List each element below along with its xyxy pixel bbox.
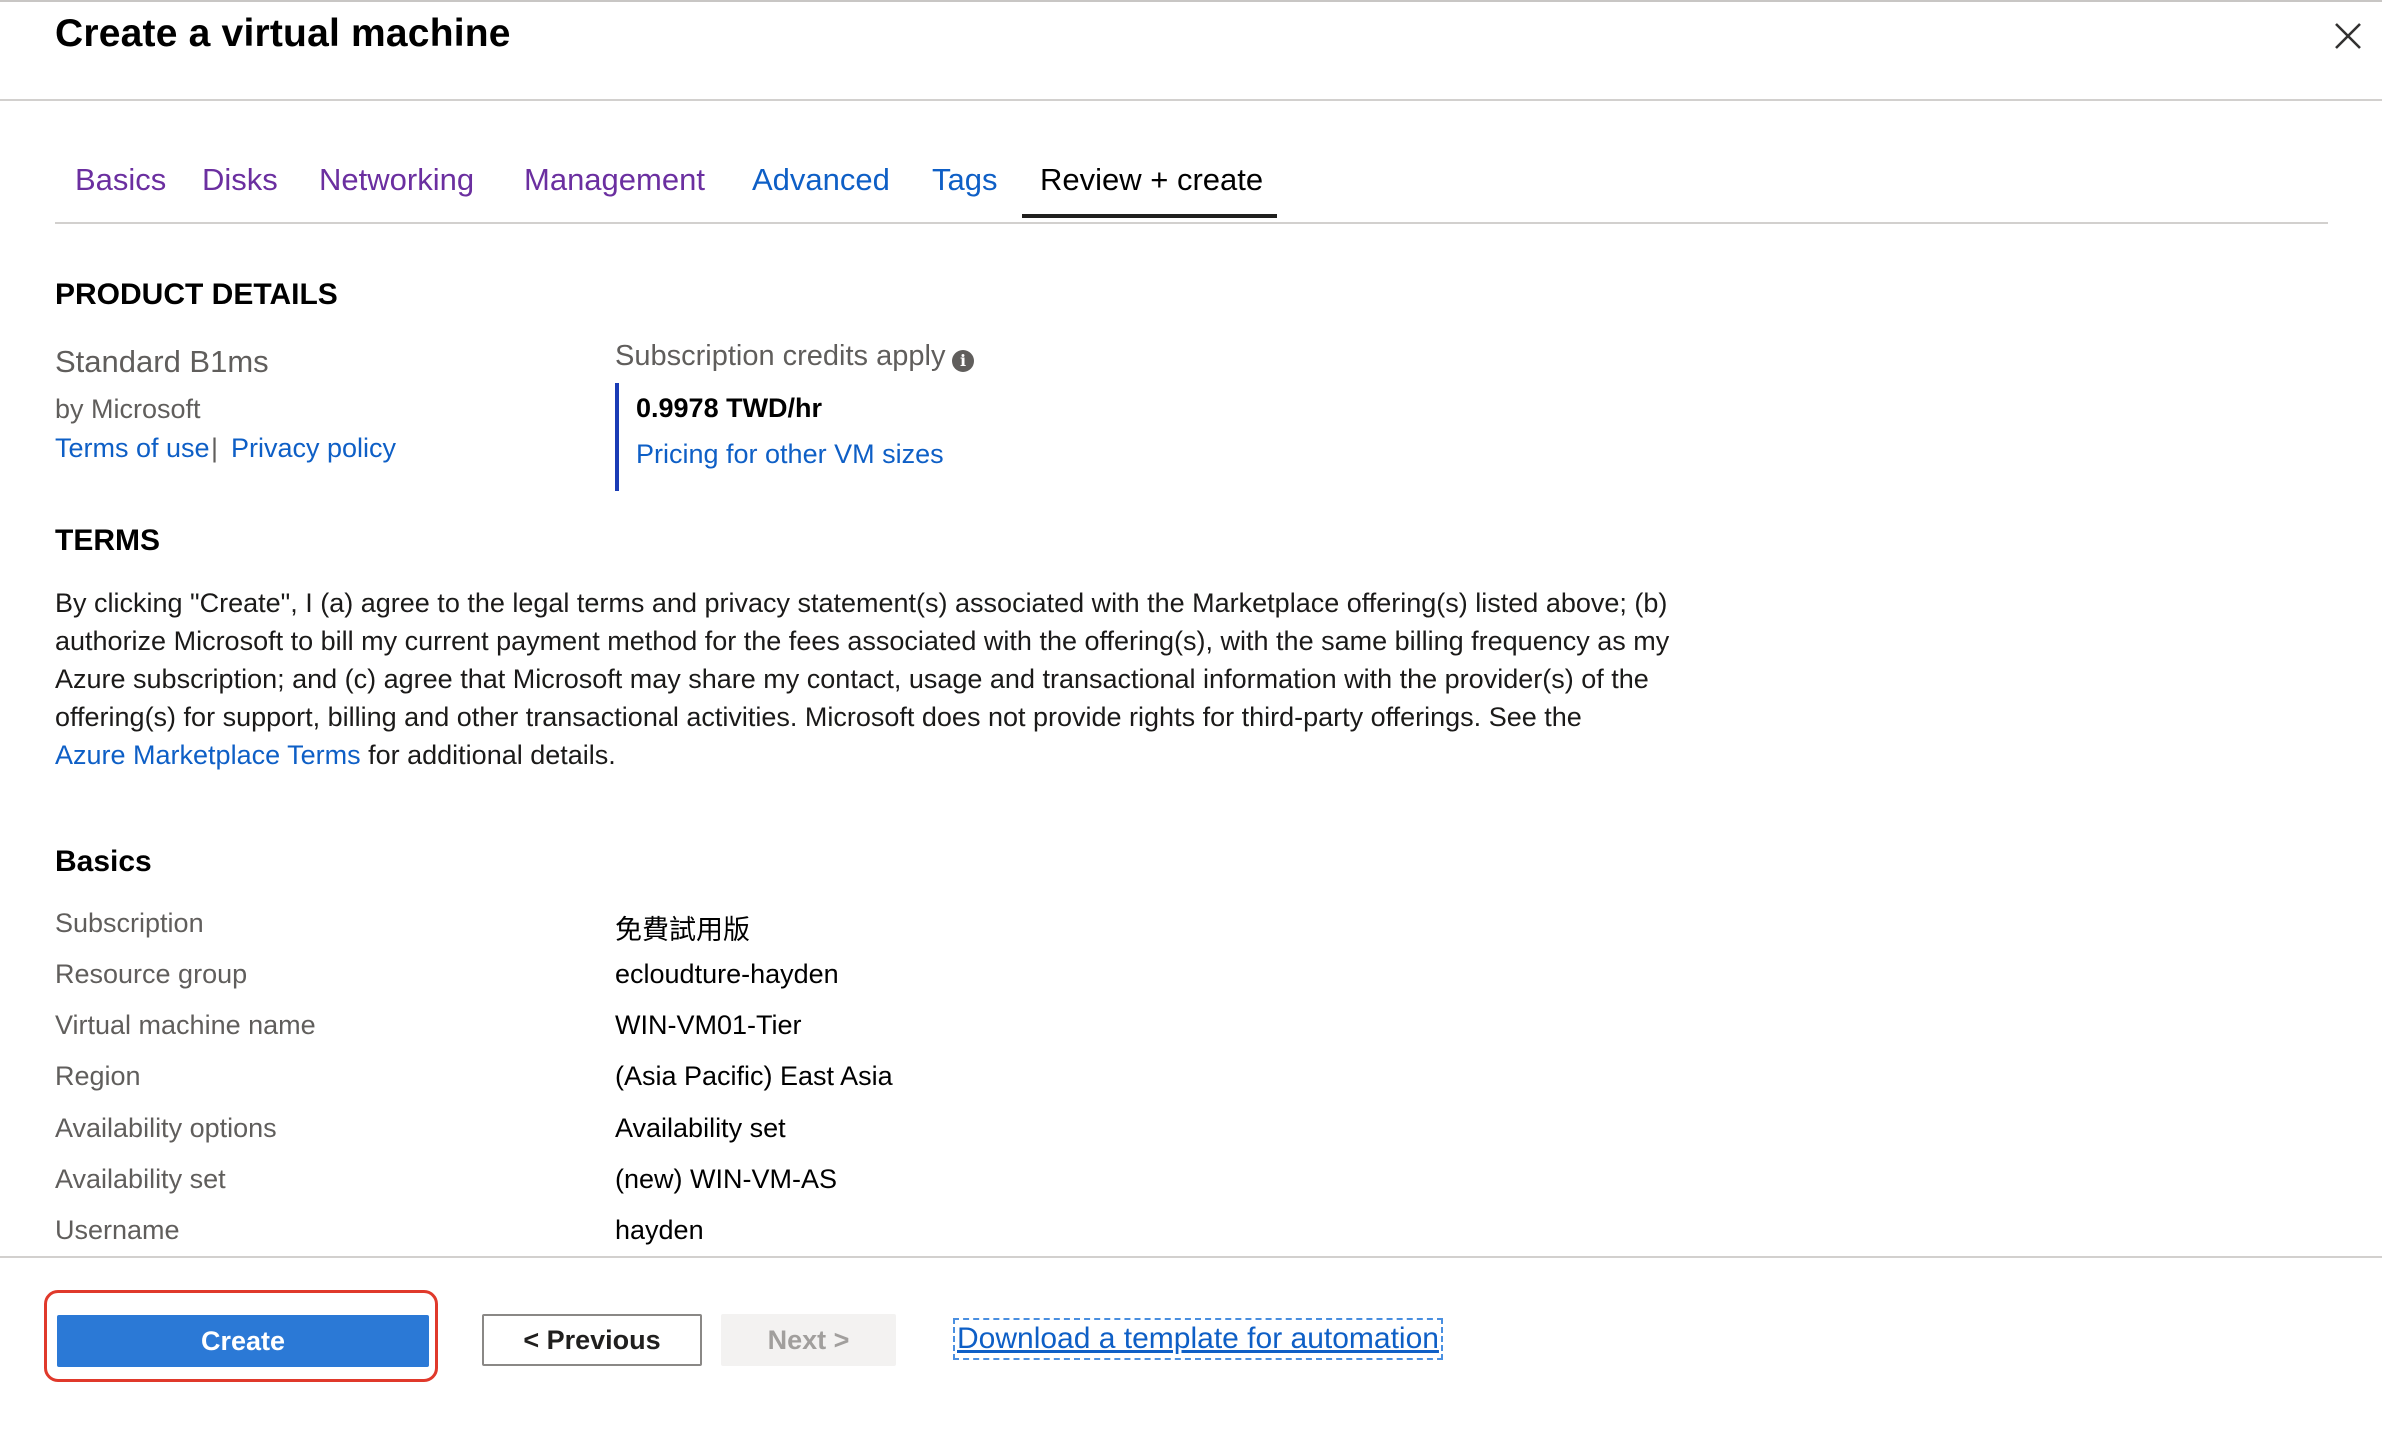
info-icon[interactable]: i [952, 350, 974, 372]
link-separator: | [211, 433, 219, 463]
terms-tail: for additional details. [368, 740, 616, 770]
wizard-tabs: Basics Disks Networking Management Advan… [55, 150, 2328, 224]
basics-heading: Basics [55, 845, 152, 878]
blade-header: Create a virtual machine [0, 0, 2382, 101]
summary-value: ecloudture-hayden [615, 959, 839, 989]
privacy-policy-link[interactable]: Privacy policy [231, 433, 396, 464]
summary-value: hayden [615, 1215, 704, 1245]
active-tab-indicator [1022, 214, 1277, 218]
create-button[interactable]: Create [57, 1315, 429, 1367]
price-accent-bar [615, 383, 619, 491]
tab-disks[interactable]: Disks [202, 162, 278, 198]
tab-tags[interactable]: Tags [932, 162, 997, 198]
summary-label: Availability set [55, 1164, 226, 1194]
tab-management[interactable]: Management [524, 162, 705, 198]
terms-body: By clicking "Create", I (a) agree to the… [55, 588, 1670, 732]
summary-value: (new) WIN-VM-AS [615, 1164, 837, 1194]
summary-label: Availability options [55, 1113, 277, 1143]
product-name: Standard B1ms [55, 344, 269, 379]
terms-text: By clicking "Create", I (a) agree to the… [55, 584, 1675, 774]
close-icon[interactable] [2330, 18, 2366, 54]
previous-button[interactable]: < Previous [482, 1314, 702, 1366]
next-button: Next > [721, 1314, 896, 1366]
product-publisher: by Microsoft [55, 394, 201, 424]
subscription-credits-label: Subscription credits apply [615, 340, 946, 372]
page-title: Create a virtual machine [55, 12, 511, 55]
summary-label: Region [55, 1061, 141, 1091]
azure-marketplace-terms-link[interactable]: Azure Marketplace Terms [55, 740, 361, 770]
tab-advanced[interactable]: Advanced [752, 162, 890, 198]
summary-value: WIN-VM01-Tier [615, 1010, 802, 1040]
pricing-other-sizes-link[interactable]: Pricing for other VM sizes [636, 439, 944, 470]
footer-divider [0, 1256, 2382, 1258]
terms-of-use-link[interactable]: Terms of use [55, 433, 210, 464]
summary-value: (Asia Pacific) East Asia [615, 1061, 893, 1091]
summary-label: Resource group [55, 959, 248, 989]
price-per-hour: 0.9978 TWD/hr [636, 393, 823, 423]
product-details-heading: PRODUCT DETAILS [55, 278, 338, 311]
tab-networking[interactable]: Networking [319, 162, 474, 198]
summary-value: Availability set [615, 1113, 786, 1143]
tab-review-create[interactable]: Review + create [1040, 162, 1263, 198]
terms-heading: TERMS [55, 524, 160, 557]
summary-label: Virtual machine name [55, 1010, 316, 1040]
summary-label: Username [55, 1215, 180, 1245]
summary-label: Subscription [55, 908, 204, 938]
download-template-link[interactable]: Download a template for automation [953, 1318, 1443, 1360]
summary-value: 免費試用版 [615, 915, 750, 945]
tab-basics[interactable]: Basics [75, 162, 166, 198]
